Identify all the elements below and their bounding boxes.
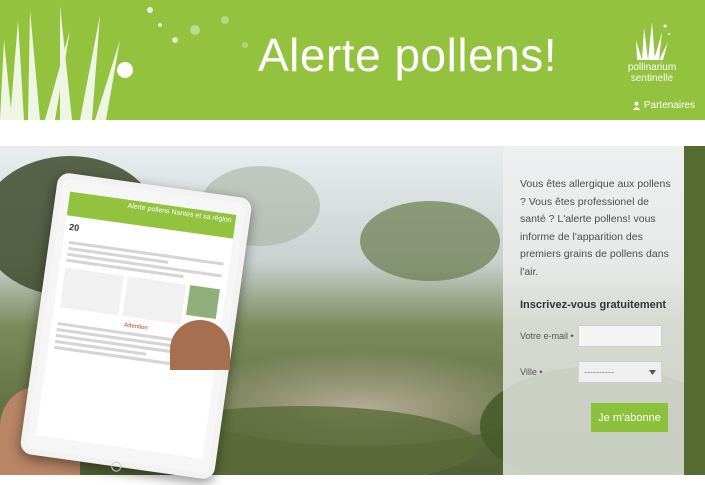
tablet-date: 20 xyxy=(68,221,80,234)
partners-label: Partenaires xyxy=(643,100,695,111)
brand-name: pollinarium xyxy=(627,62,677,73)
chevron-down-icon xyxy=(649,369,656,375)
grass-decoration-icon xyxy=(0,5,248,120)
city-select[interactable]: ---------- xyxy=(578,361,662,383)
brand-logo[interactable]: pollinarium sentinelle xyxy=(617,20,687,84)
grass-logo-icon xyxy=(636,22,670,60)
city-select-value: ---------- xyxy=(584,367,614,377)
intro-text: Vous êtes allergique aux pollens ? Vous … xyxy=(520,178,671,278)
partners-link[interactable]: Partenaires xyxy=(632,100,695,111)
email-field[interactable] xyxy=(578,325,662,347)
person-icon xyxy=(632,101,640,110)
header-banner: Alerte pollens! pollinarium sentinelle P… xyxy=(0,0,705,120)
brand-sub: sentinelle xyxy=(630,73,674,84)
email-label: Votre e-mail • xyxy=(520,331,574,341)
city-label: Ville • xyxy=(520,367,543,377)
page-title: Alerte pollens! xyxy=(258,29,557,81)
subscribe-button[interactable]: Je m'abonne xyxy=(591,403,668,432)
right-edge-foliage xyxy=(684,146,705,475)
signup-panel: Vous êtes allergique aux pollens ? Vous … xyxy=(503,146,684,475)
signup-title: Inscrivez-vous gratuitement xyxy=(520,299,667,311)
